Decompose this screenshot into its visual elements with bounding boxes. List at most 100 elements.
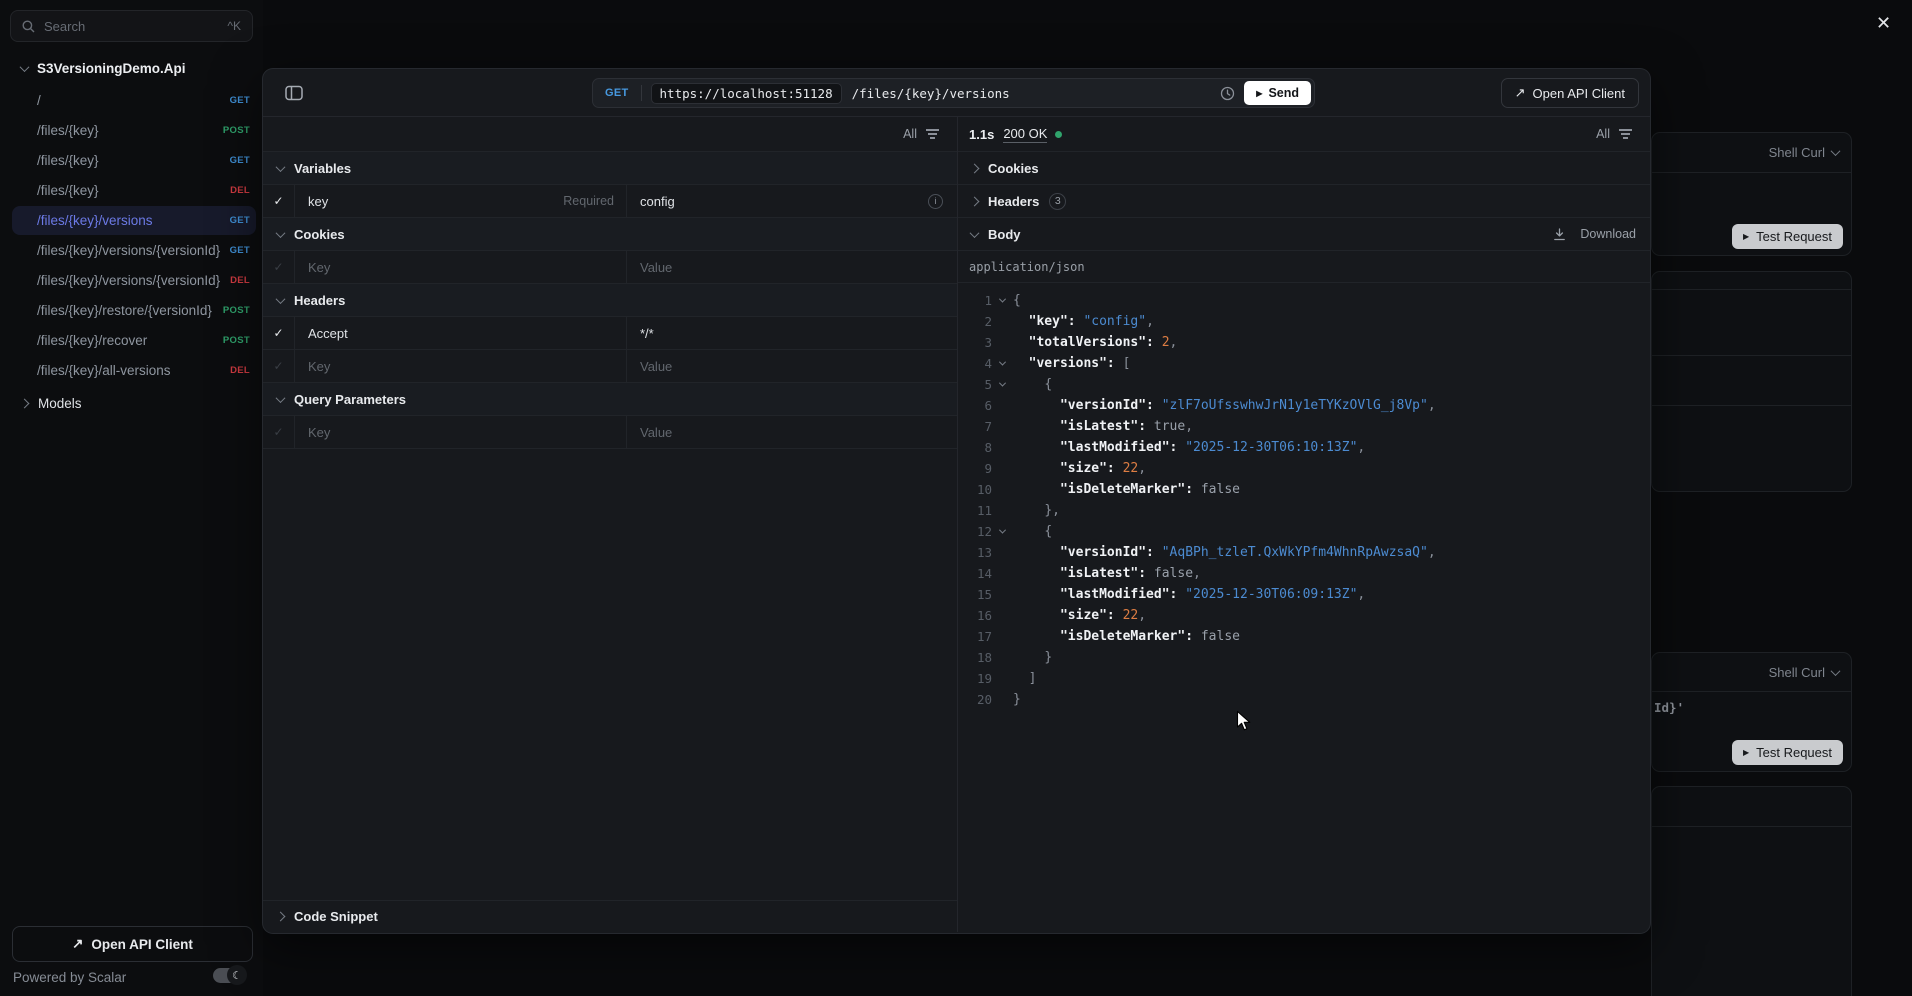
row-value-input[interactable]: Value [640, 359, 943, 374]
row-key-cell[interactable]: Accept [295, 317, 627, 349]
row-checkbox[interactable]: ✓ [263, 251, 295, 283]
row-key-input[interactable]: Accept [308, 326, 614, 341]
sidebar-item-endpoint[interactable]: /files/{key}POST [12, 116, 256, 145]
sidebar-item-endpoint[interactable]: /files/{key}/restore/{versionId}POST [12, 296, 256, 325]
row-key-cell[interactable]: keyRequired [295, 185, 627, 217]
filter-all-label: All [903, 127, 917, 141]
request-section-header[interactable]: Query Parameters [263, 383, 957, 416]
sidebar-item-endpoint[interactable]: /files/{key}/versions/{versionId}DEL [12, 266, 256, 295]
row-value-input[interactable]: */* [640, 326, 943, 341]
request-method-label[interactable]: GET [593, 87, 641, 99]
send-button[interactable]: ▶ Send [1244, 81, 1311, 105]
sidebar-item-endpoint[interactable]: /files/{key}/recoverPOST [12, 326, 256, 355]
fold-toggle[interactable] [992, 361, 1013, 366]
code-text: "versions": [ [1013, 356, 1130, 371]
row-value-input[interactable]: config [640, 194, 928, 209]
fold-toggle[interactable] [992, 382, 1013, 387]
close-icon[interactable]: ✕ [1876, 13, 1891, 34]
history-icon[interactable] [1220, 86, 1235, 101]
code-text: "isDeleteMarker": false [1013, 629, 1240, 644]
row-value-cell[interactable]: Value [627, 251, 957, 283]
bg-example-card [1651, 271, 1852, 492]
http-method-badge: GET [230, 245, 250, 256]
request-row: ✓ Key Value [263, 251, 957, 284]
request-sections: Variables✓keyRequiredconfigiCookies✓KeyV… [263, 152, 957, 900]
base-url[interactable]: https://localhost:51128 [651, 83, 842, 104]
shell-curl-label: Shell Curl [1769, 145, 1825, 160]
line-number: 8 [958, 440, 992, 455]
api-title: S3VersioningDemo.Api [37, 61, 186, 76]
row-key-input[interactable]: Key [308, 260, 614, 275]
response-duration: 1.1s [969, 127, 994, 142]
chevron-right-icon [276, 912, 286, 922]
sidebar-item-endpoint[interactable]: /files/{key}DEL [12, 176, 256, 205]
content-type-label: application/json [958, 251, 1650, 283]
test-request-button[interactable]: ▶ Test Request [1732, 740, 1843, 765]
code-line: 20} [958, 689, 1650, 710]
row-value-input[interactable]: Value [640, 425, 943, 440]
code-language-select[interactable]: Shell Curl [1652, 653, 1851, 692]
request-filter[interactable]: All [263, 117, 957, 152]
open-api-client-button[interactable]: ↗ Open API Client [12, 926, 253, 962]
sidebar-item-endpoint[interactable]: /files/{key}GET [12, 146, 256, 175]
line-number: 7 [958, 419, 992, 434]
external-link-icon: ↗ [72, 936, 83, 952]
download-label[interactable]: Download [1580, 227, 1636, 241]
line-number: 17 [958, 629, 992, 644]
row-key-cell[interactable]: Key [295, 416, 627, 448]
request-section-header[interactable]: Headers [263, 284, 957, 317]
request-panel: All Variables✓keyRequiredconfigiCookies✓… [263, 117, 958, 932]
row-checkbox[interactable]: ✓ [263, 185, 295, 217]
open-api-client-button-modal[interactable]: ↗ Open API Client [1501, 78, 1639, 108]
search-input[interactable]: Search ^K [10, 10, 253, 42]
row-value-cell[interactable]: Value [627, 416, 957, 448]
request-path-input[interactable]: /files/{key}/versions [852, 86, 1221, 101]
sidebar-toggle-icon[interactable] [285, 85, 303, 101]
check-icon: ✓ [273, 425, 283, 439]
code-text: "lastModified": "2025-12-30T06:10:13Z", [1013, 440, 1365, 455]
address-bar[interactable]: GET https://localhost:51128 /files/{key}… [592, 78, 1315, 108]
chevron-right-icon [970, 163, 980, 173]
response-headers-section[interactable]: Headers 3 [958, 185, 1650, 218]
request-section-header[interactable]: Variables [263, 152, 957, 185]
filter-icon[interactable] [1619, 129, 1632, 139]
code-text: "lastModified": "2025-12-30T06:09:13Z", [1013, 587, 1365, 602]
row-key-input[interactable]: Key [308, 359, 614, 374]
row-checkbox[interactable]: ✓ [263, 350, 295, 382]
row-checkbox[interactable]: ✓ [263, 416, 295, 448]
fold-toggle[interactable] [992, 529, 1013, 534]
sidebar-item-endpoint[interactable]: /files/{key}/versionsGET [12, 206, 256, 235]
sidebar-item-endpoint[interactable]: /GET [12, 86, 256, 115]
status-green-dot [1055, 131, 1062, 138]
fold-toggle[interactable] [992, 298, 1013, 303]
row-key-cell[interactable]: Key [295, 350, 627, 382]
response-body-section[interactable]: Body Download [958, 218, 1650, 251]
status-badge[interactable]: 200 OK [1003, 126, 1047, 143]
modal-panels: All Variables✓keyRequiredconfigiCookies✓… [263, 117, 1650, 932]
row-value-cell[interactable]: Value [627, 350, 957, 382]
sidebar-item-models[interactable]: Models [0, 386, 263, 421]
test-request-button[interactable]: ▶ Test Request [1732, 224, 1843, 249]
row-key-cell[interactable]: Key [295, 251, 627, 283]
row-value-cell[interactable]: */* [627, 317, 957, 349]
row-checkbox[interactable]: ✓ [263, 317, 295, 349]
sidebar-item-endpoint[interactable]: /files/{key}/versions/{versionId}GET [12, 236, 256, 265]
row-value-input[interactable]: Value [640, 260, 943, 275]
sidebar-group-api[interactable]: S3VersioningDemo.Api [0, 52, 263, 84]
endpoint-path: /files/{key}/versions [37, 212, 224, 229]
search-shortcut: ^K [227, 19, 241, 33]
section-title: Variables [294, 161, 351, 176]
row-value-cell[interactable]: configi [627, 185, 957, 217]
code-snippet-section[interactable]: Code Snippet [263, 900, 957, 932]
http-method-badge: POST [223, 335, 250, 346]
row-key-input[interactable]: Key [308, 425, 614, 440]
sidebar-item-endpoint[interactable]: /files/{key}/all-versionsDEL [12, 356, 256, 385]
row-key-input[interactable]: key [308, 194, 563, 209]
dark-mode-toggle[interactable]: ☾ [213, 968, 245, 983]
code-line: 11 }, [958, 500, 1650, 521]
chevron-down-icon [970, 228, 980, 238]
request-section-header[interactable]: Cookies [263, 218, 957, 251]
chevron-down-icon [999, 527, 1006, 534]
response-cookies-section[interactable]: Cookies [958, 152, 1650, 185]
code-language-select[interactable]: Shell Curl [1652, 133, 1851, 173]
